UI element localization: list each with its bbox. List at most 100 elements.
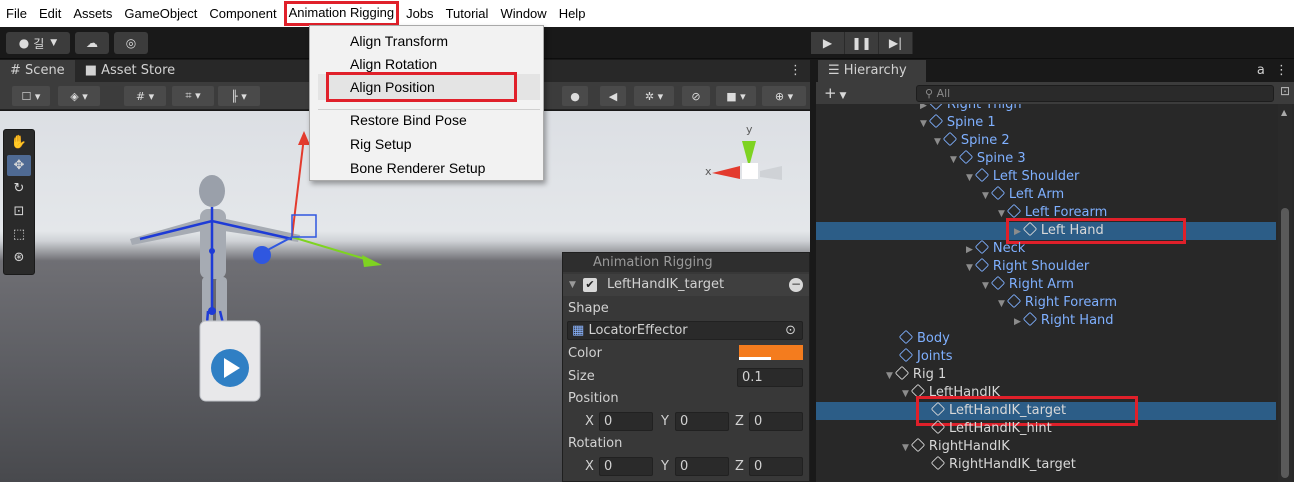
tree-item-label: Left Shoulder xyxy=(992,169,1080,184)
rotation-x-field[interactable]: 0 xyxy=(599,457,653,476)
rotation-z-field[interactable]: 0 xyxy=(749,457,803,476)
menu-jobs[interactable]: Jobs xyxy=(400,0,439,27)
tree-item[interactable]: RightHandIK_target xyxy=(930,455,1076,474)
play-button[interactable]: ▶ xyxy=(811,32,845,54)
menu-item-rig-setup[interactable]: Rig Setup xyxy=(350,133,411,155)
menu-item-align-transform[interactable]: Align Transform xyxy=(350,30,448,52)
tree-item[interactable]: ▼ Rig 1 xyxy=(886,365,946,384)
tree-item[interactable]: ▼ Spine 2 xyxy=(934,131,1010,150)
tree-item[interactable]: ▼ Spine 3 xyxy=(950,149,1026,168)
menu-item-bone-renderer-setup[interactable]: Bone Renderer Setup xyxy=(350,157,485,179)
tree-item[interactable]: ▶ Right Thigh xyxy=(920,104,1022,114)
gameobject-icon xyxy=(894,365,910,381)
expand-arrow-icon[interactable]: ▶ xyxy=(920,104,927,111)
remove-icon[interactable]: − xyxy=(789,278,803,292)
expand-arrow-icon[interactable]: ▶ xyxy=(966,245,973,255)
audio-toggle[interactable]: ◀ xyxy=(600,86,626,106)
expand-arrow-icon[interactable]: ▼ xyxy=(902,389,909,399)
collab-button[interactable]: ◎ xyxy=(114,32,148,54)
tree-item[interactable]: ▶ Neck xyxy=(966,239,1025,258)
tree-item[interactable]: Joints xyxy=(898,347,953,366)
visibility-toggle[interactable]: ⊘ xyxy=(682,86,710,106)
expand-arrow-icon[interactable]: ▼ xyxy=(966,173,973,183)
size-field[interactable]: 0.1 xyxy=(737,368,803,387)
expand-arrow-icon[interactable]: ▼ xyxy=(998,299,1005,309)
enabled-checkbox[interactable]: ✔ xyxy=(583,278,597,292)
expand-arrow-icon[interactable]: ▼ xyxy=(950,155,957,165)
menu-tutorial[interactable]: Tutorial xyxy=(440,0,495,27)
tree-item[interactable]: ▼ Left Shoulder xyxy=(966,167,1080,186)
object-picker-icon[interactable]: ⊙ xyxy=(785,322,796,339)
menu-edit[interactable]: Edit xyxy=(33,0,67,27)
expand-arrow-icon[interactable]: ▼ xyxy=(886,371,893,381)
cloud-button[interactable]: ☁ xyxy=(75,32,109,54)
tree-item[interactable]: ▼ Spine 1 xyxy=(920,113,996,132)
transform-tool-button[interactable]: ⊛ xyxy=(7,247,31,268)
camera-dropdown[interactable]: ■ ▾ xyxy=(716,86,756,106)
move-tool-button[interactable]: ✥ xyxy=(7,155,31,176)
filter-icon[interactable]: ⊡ xyxy=(1280,84,1290,98)
expand-arrow-icon[interactable]: ▼ xyxy=(982,281,989,291)
pause-button[interactable]: ❚❚ xyxy=(845,32,879,54)
position-x-field[interactable]: 0 xyxy=(599,412,653,431)
tree-item[interactable]: ▼ Right Arm xyxy=(982,275,1074,294)
chevron-down-icon: ▼ xyxy=(836,91,847,101)
tree-item[interactable]: Body xyxy=(898,329,950,348)
account-button[interactable]: ● 길 ▼ xyxy=(6,32,70,54)
rotate-tool-button[interactable]: ↻ xyxy=(7,178,31,199)
scale-tool-button[interactable]: ⊡ xyxy=(7,201,31,222)
menu-gameobject[interactable]: GameObject xyxy=(118,0,203,27)
collapse-arrow-icon[interactable]: ▼ xyxy=(569,274,576,296)
increment-snap-dropdown[interactable]: ⌗ ▾ xyxy=(172,86,214,106)
color-swatch[interactable] xyxy=(739,345,803,360)
tree-item[interactable]: ▼ Left Arm xyxy=(982,185,1064,204)
rotation-y-field[interactable]: 0 xyxy=(675,457,729,476)
menu-assets[interactable]: Assets xyxy=(67,0,118,27)
gameobject-icon xyxy=(974,257,990,273)
play-controls: ▶ ❚❚ ▶| xyxy=(811,32,913,54)
hierarchy-search-input[interactable]: ⚲ All xyxy=(916,85,1274,102)
shading-dropdown[interactable]: ◈ ▾ xyxy=(58,86,100,106)
hierarchy-scrollbar[interactable]: ▲ xyxy=(1278,104,1292,482)
tree-item[interactable]: LeftHandIK_hint xyxy=(930,419,1052,438)
scroll-thumb[interactable] xyxy=(1281,208,1289,478)
hand-tool-button[interactable]: ✋ xyxy=(7,132,31,153)
grid-snap-dropdown[interactable]: # ▾ xyxy=(124,86,166,106)
lock-icon[interactable]: a xyxy=(1257,63,1265,78)
menu-animation-rigging[interactable]: Animation Rigging xyxy=(283,0,401,27)
expand-arrow-icon[interactable]: ▶ xyxy=(1014,317,1021,327)
expand-arrow-icon[interactable]: ▼ xyxy=(982,191,989,201)
gizmos-dropdown[interactable]: ⊕ ▾ xyxy=(762,86,806,106)
scroll-up-icon[interactable]: ▲ xyxy=(1281,108,1287,117)
tab-asset-store[interactable]: ■ Asset Store xyxy=(75,60,185,82)
lighting-toggle[interactable]: ● xyxy=(562,86,588,106)
align-dropdown[interactable]: ╟ ▾ xyxy=(218,86,260,106)
menu-component[interactable]: Component xyxy=(203,0,282,27)
tab-scene[interactable]: # Scene xyxy=(0,60,75,82)
draw-mode-dropdown[interactable]: ☐ ▾ xyxy=(12,86,50,106)
rect-tool-button[interactable]: ⬚ xyxy=(7,224,31,245)
more-options-icon[interactable]: ⋮ xyxy=(789,60,802,82)
tab-hierarchy[interactable]: ☰ Hierarchy xyxy=(818,60,926,82)
position-z-field[interactable]: 0 xyxy=(749,412,803,431)
more-options-icon[interactable]: ⋮ xyxy=(1275,63,1288,78)
shape-field[interactable]: ▦ LocatorEffector ⊙ xyxy=(567,321,803,340)
menu-help[interactable]: Help xyxy=(553,0,592,27)
expand-arrow-icon[interactable]: ▼ xyxy=(934,137,941,147)
tree-item[interactable]: ▼ Right Forearm xyxy=(998,293,1117,312)
tree-item[interactable]: ▼ RightHandIK xyxy=(902,437,1010,456)
orientation-gizmo[interactable]: y x xyxy=(705,123,782,180)
menu-file[interactable]: File xyxy=(0,0,33,27)
expand-arrow-icon[interactable]: ▼ xyxy=(902,443,909,453)
expand-arrow-icon[interactable]: ▼ xyxy=(998,209,1005,219)
menu-window[interactable]: Window xyxy=(494,0,552,27)
expand-arrow-icon[interactable]: ▼ xyxy=(920,119,927,129)
expand-arrow-icon[interactable]: ▼ xyxy=(966,263,973,273)
tree-item[interactable]: ▶ Right Hand xyxy=(1014,311,1114,330)
tree-item[interactable]: ▼ Right Shoulder xyxy=(966,257,1089,276)
position-y-field[interactable]: 0 xyxy=(675,412,729,431)
tree-item-label: Spine 2 xyxy=(960,133,1010,148)
menu-item-restore-bind-pose[interactable]: Restore Bind Pose xyxy=(350,109,467,131)
effects-dropdown[interactable]: ✲ ▾ xyxy=(634,86,674,106)
step-button[interactable]: ▶| xyxy=(879,32,913,54)
